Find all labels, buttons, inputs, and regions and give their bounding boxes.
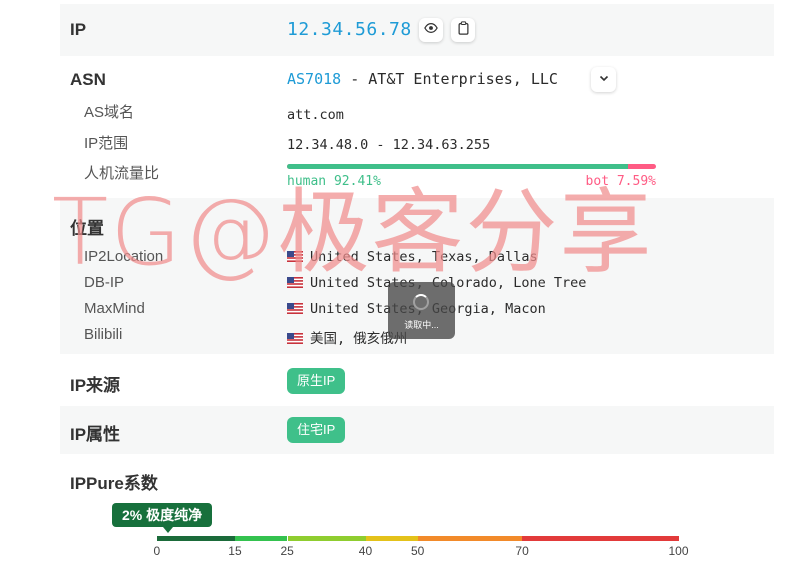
- purity-gauge-segment: [287, 536, 366, 541]
- purity-gauge-tick: 50: [411, 544, 425, 558]
- source-name-maxmind: MaxMind: [84, 300, 145, 317]
- source-name-dbip: DB-IP: [84, 274, 125, 291]
- loading-toast: 读取中...: [388, 282, 455, 339]
- ip-label: IP: [70, 20, 87, 39]
- asn-label: ASN: [70, 70, 106, 89]
- purity-gauge-tick: 70: [515, 544, 529, 558]
- ip-row: IP 12.34.56.78: [60, 4, 774, 56]
- ip-range-value: 12.34.48.0 - 12.34.63.255: [287, 137, 491, 153]
- purity-gauge-segment: [365, 536, 418, 541]
- as-domain-label: AS域名: [84, 104, 135, 121]
- clipboard-icon: [457, 20, 470, 40]
- as-domain-value: att.com: [287, 107, 344, 123]
- copy-ip-button[interactable]: [451, 18, 475, 42]
- reveal-ip-button[interactable]: [419, 18, 443, 42]
- purity-gauge-tick: 0: [153, 544, 161, 558]
- purity-score-badge: 2% 极度纯净: [112, 503, 213, 527]
- purity-label: IPPure系数: [70, 474, 158, 493]
- purity-gauge-tick: 25: [280, 544, 294, 558]
- purity-section: IPPure系数 0 15 25 40 50 70 100 2% 极度纯净: [60, 456, 774, 565]
- native-ip-badge: 原生IP: [287, 368, 346, 394]
- ip-source-row: IP来源 原生IP: [60, 356, 774, 406]
- us-flag-icon: [287, 250, 303, 262]
- purity-gauge-segment: [157, 536, 236, 541]
- purity-gauge-segment: [418, 536, 523, 541]
- purity-gauge-segment: [235, 536, 288, 541]
- ip-attribute-label: IP属性: [70, 425, 121, 444]
- us-flag-icon: [287, 332, 303, 344]
- chevron-down-icon: [598, 71, 610, 89]
- purity-gauge-tick: 100: [668, 544, 689, 558]
- loading-text: 读取中...: [404, 320, 439, 330]
- source-name-bilibili: Bilibili: [84, 326, 123, 343]
- asn-section: ASN AS7018 - AT&T Enterprises, LLC AS域名 …: [60, 58, 774, 198]
- asn-value: AS7018 - AT&T Enterprises, LLC: [287, 70, 558, 88]
- purity-gauge-tick: 15: [228, 544, 242, 558]
- purity-score-pointer: [163, 527, 173, 533]
- location-label: 位置: [70, 219, 104, 238]
- asn-separator: -: [341, 70, 369, 88]
- human-ratio-text: human 92.41%: [287, 174, 381, 189]
- traffic-ratio-label: 人机流量比: [84, 165, 160, 182]
- ip-address: 12.34.56.78: [287, 19, 412, 40]
- us-flag-icon: [287, 276, 303, 288]
- asn-expand-button[interactable]: [591, 67, 616, 92]
- bot-ratio-text: bot 7.59%: [585, 174, 656, 189]
- source-name-ip2location: IP2Location: [84, 248, 164, 265]
- ip-range-label: IP范围: [84, 135, 129, 152]
- residential-ip-badge: 住宅IP: [287, 417, 346, 443]
- asn-number-link[interactable]: AS7018: [287, 70, 341, 88]
- purity-gauge-segment: [522, 536, 679, 541]
- location-value-ip2location: United States, Texas, Dallas: [287, 249, 538, 265]
- eye-icon: [424, 21, 438, 40]
- loading-spinner-icon: [413, 294, 429, 310]
- location-text: United States, Texas, Dallas: [310, 249, 538, 265]
- purity-gauge-tick: 40: [358, 544, 373, 558]
- ip-source-label: IP来源: [70, 376, 121, 395]
- traffic-ratio-bar: [287, 164, 656, 169]
- us-flag-icon: [287, 302, 303, 314]
- asn-org-name: AT&T Enterprises, LLC: [368, 70, 558, 88]
- ip-attribute-row: IP属性 住宅IP: [60, 406, 774, 454]
- human-traffic-fill: [287, 164, 628, 169]
